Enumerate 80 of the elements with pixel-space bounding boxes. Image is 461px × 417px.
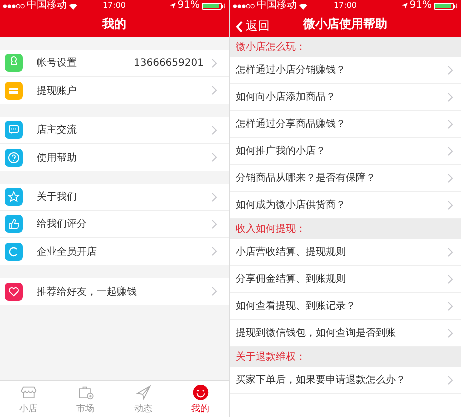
chevron-icon — [448, 174, 453, 182]
battery-percent: 91% — [178, 0, 200, 12]
chevron-icon — [212, 192, 217, 202]
chevron-icon — [448, 66, 453, 74]
menu-item[interactable]: 店主交流 — [0, 117, 229, 144]
section-title: 微小店怎么玩： — [236, 40, 306, 54]
status-time: 17:00 — [102, 0, 126, 12]
question-item[interactable]: 如何推广我的小店？ — [230, 138, 461, 165]
question-text: 如何向小店添加商品？ — [236, 90, 336, 104]
question-text: 怎样通过小店分销赚钱？ — [236, 64, 346, 77]
chevron-icon — [448, 328, 453, 338]
screen-title: 微小店使用帮助 — [304, 16, 388, 33]
section-title: 收入如何提现： — [236, 222, 306, 236]
smiley-icon — [191, 383, 210, 402]
question-text: 如何成为微小店供货商？ — [236, 198, 346, 212]
back-icon — [236, 20, 243, 32]
question-item[interactable]: 如何查看提现、到账记录？ — [230, 293, 461, 320]
chevron-icon — [448, 248, 453, 256]
menu-item[interactable]: 使用帮助 — [0, 144, 229, 171]
battery-icon — [202, 2, 226, 10]
signal-icon — [233, 4, 255, 8]
chevron-icon — [448, 200, 453, 210]
question-text: 怎样通过分享商品赚钱？ — [236, 118, 346, 131]
wifi-icon — [299, 2, 308, 10]
back-button[interactable]: 返回 — [234, 16, 272, 37]
chevron-icon — [212, 86, 217, 95]
question-item[interactable]: 怎样通过分享商品赚钱？ — [230, 111, 461, 138]
question-text: 提现到微信钱包，如何查询是否到账 — [236, 326, 396, 340]
question-item[interactable]: 分销商品从哪来？是否有保障？ — [230, 165, 461, 192]
menu-label: 帐号设置 — [37, 56, 78, 70]
menu-label: 使用帮助 — [37, 152, 78, 164]
chevron-icon — [212, 220, 217, 228]
menu-item[interactable]: 帐号设置 13666659201 — [0, 50, 229, 77]
section-title: 关于退款维权： — [236, 350, 306, 364]
chevron-icon — [448, 146, 453, 156]
question-item[interactable]: 怎样通过小店分销赚钱？ — [230, 57, 461, 84]
question-text: 如何推广我的小店？ — [236, 144, 326, 158]
question-item[interactable]: 买家下单后，如果要申请退款怎么办？ — [230, 367, 461, 394]
question-item[interactable]: 小店营收结算、提现规则 — [230, 239, 461, 266]
menu-item[interactable]: 提现账户 — [0, 77, 229, 104]
location-icon — [402, 3, 408, 9]
menu-label: 提现账户 — [37, 84, 78, 98]
menu-item[interactable]: 给我们评分 — [0, 211, 229, 238]
battery-percent: 91% — [410, 0, 432, 12]
menu-label: 给我们评分 — [37, 218, 88, 231]
question-item[interactable]: 分享佣金结算、到账规则 — [230, 266, 461, 293]
question-text: 分销商品从哪来？是否有保障？ — [236, 172, 376, 185]
chevron-icon — [448, 92, 453, 102]
question-text: 小店营收结算、提现规则 — [236, 246, 346, 259]
question-text: 如何查看提现、到账记录？ — [236, 300, 356, 313]
question-text: 分享佣金结算、到账规则 — [236, 272, 346, 286]
tab[interactable]: 我的 — [174, 382, 226, 416]
signal-icon — [3, 4, 25, 8]
chevron-icon — [448, 376, 453, 384]
question-text: 买家下单后，如果要申请退款怎么办？ — [236, 374, 406, 387]
menu-item[interactable]: 企业全员开店 — [0, 238, 229, 265]
menu-item[interactable]: 推荐给好友，一起赚钱 — [0, 278, 229, 305]
chevron-icon — [448, 120, 453, 128]
menu-label: 推荐给好友，一起赚钱 — [37, 286, 138, 298]
chevron-icon — [448, 302, 453, 310]
menu-label: 店主交流 — [37, 124, 78, 137]
chevron-icon — [212, 247, 217, 256]
question-item[interactable]: 如何向小店添加商品？ — [230, 84, 461, 111]
battery-icon — [434, 2, 458, 10]
chevron-icon — [212, 58, 217, 68]
chevron-icon — [448, 274, 453, 284]
wifi-icon — [69, 2, 78, 10]
carrier-name: 中国移动 — [27, 0, 67, 12]
menu-label: 企业全员开店 — [37, 246, 98, 258]
menu-label: 关于我们 — [37, 190, 78, 204]
location-icon — [170, 3, 176, 9]
chevron-icon — [212, 287, 217, 296]
carrier-name: 中国移动 — [257, 0, 297, 12]
screen-title: 我的 — [102, 16, 126, 33]
paper-plane-icon — [134, 383, 152, 402]
status-time: 17:00 — [334, 0, 358, 12]
chevron-icon — [212, 126, 217, 134]
menu-item[interactable]: 关于我们 — [0, 184, 229, 211]
chevron-icon — [212, 153, 217, 162]
phone-number: 13666659201 — [134, 58, 204, 68]
